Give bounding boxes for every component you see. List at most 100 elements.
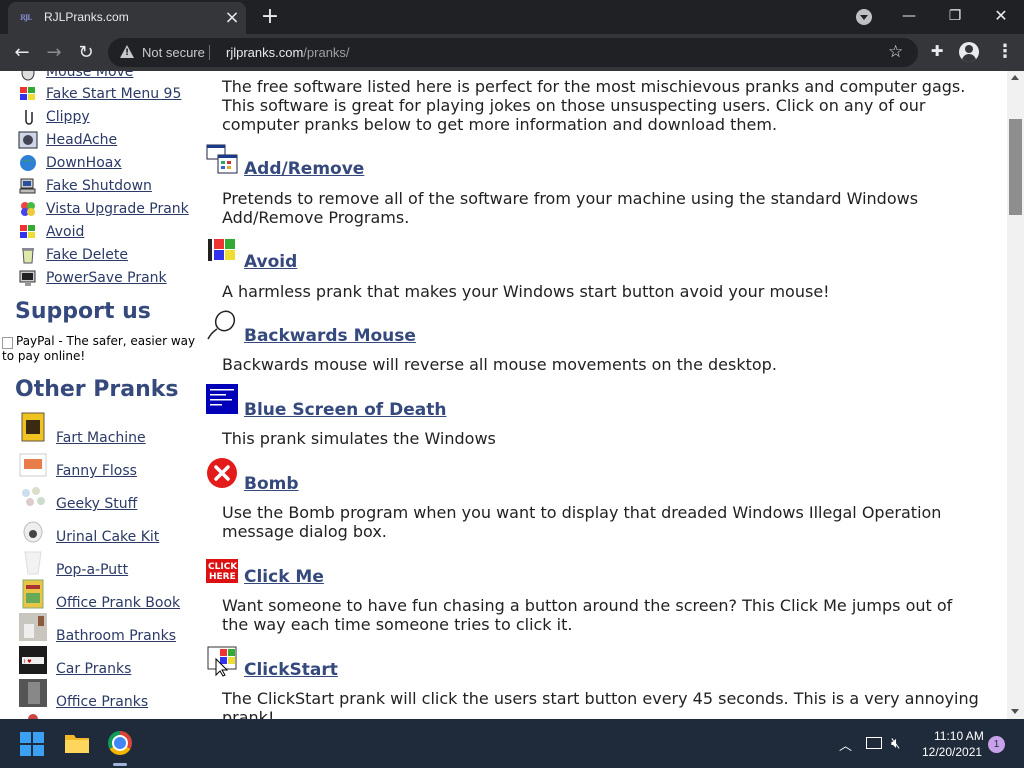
paypal-alt-text: PayPal - The safer, easier way to pay on… <box>2 334 196 363</box>
next-thumb <box>28 714 38 719</box>
extensions-puzzle-icon[interactable]: ✚ <box>928 42 946 60</box>
mouse-icon[interactable] <box>206 309 238 341</box>
windows-taskbar: ︿ 🔇︎ 11:10 AM 12/20/2021 1 <box>0 719 1024 768</box>
url-text[interactable]: rjlpranks.com/pranks/ <box>226 45 350 60</box>
monitor-icon <box>19 270 36 286</box>
tray-overflow-chevron-icon[interactable]: ︿ <box>839 735 852 754</box>
geeky-stuff-thumb[interactable] <box>18 483 48 513</box>
browser-menu-icon[interactable]: ⋮ <box>996 41 1014 63</box>
url-path: /pranks/ <box>303 45 350 60</box>
mouse-move-icon <box>21 71 35 81</box>
warning-icon[interactable]: ! <box>120 45 134 58</box>
active-app-indicator <box>113 763 127 766</box>
browser-toolbar: ← → ↻ ! Not secure rjlpranks.com/pranks/… <box>0 34 1024 71</box>
prank-title-blue-screen-of-death[interactable]: Blue Screen of Death <box>244 400 446 420</box>
bathroom-thumb[interactable] <box>18 612 48 642</box>
intro-paragraph: The free software listed here is perfect… <box>222 77 966 134</box>
volume-muted-icon[interactable]: 🔇︎ <box>891 734 900 752</box>
paypal-button[interactable]: PayPal - The safer, easier way to pay on… <box>2 334 202 364</box>
bookmark-star-icon[interactable]: ☆ <box>888 42 903 62</box>
car-thumb[interactable]: I ♥ <box>18 645 48 675</box>
prank-title-add-remove[interactable]: Add/Remove <box>244 159 364 179</box>
file-explorer-icon[interactable] <box>64 732 90 754</box>
blue-screen-icon[interactable] <box>206 383 238 415</box>
omnibox-divider <box>209 45 210 60</box>
page-scrollbar[interactable] <box>1007 71 1024 719</box>
error-x-icon[interactable] <box>206 457 238 489</box>
other-link-geeky-stuff[interactable]: Geeky Stuff <box>56 496 137 512</box>
new-tab-button[interactable]: + <box>258 6 282 28</box>
urinal-cake-thumb[interactable] <box>18 516 48 546</box>
prank-title-backwards-mouse[interactable]: Backwards Mouse <box>244 326 416 346</box>
maximize-button[interactable]: ❐ <box>932 4 978 28</box>
reload-icon[interactable]: ↻ <box>73 40 99 66</box>
sidebar-link-fake-delete[interactable]: Fake Delete <box>46 247 128 263</box>
tab-close-icon[interactable]: × <box>222 8 242 28</box>
fart-machine-thumb[interactable] <box>18 412 48 442</box>
back-arrow-icon[interactable]: ← <box>9 40 35 66</box>
tab-title: RJLPranks.com <box>44 10 129 24</box>
sidebar-link-headache[interactable]: HeadAche <box>46 132 117 148</box>
url-host: rjlpranks.com <box>226 45 304 60</box>
scrollbar-thumb[interactable] <box>1009 119 1022 215</box>
clock-time[interactable]: 11:10 AM <box>934 729 984 743</box>
browser-tab[interactable]: RJL RJLPranks.com × <box>8 2 246 34</box>
clock-date[interactable]: 12/20/2021 <box>922 745 982 759</box>
sidebar-link-clippy[interactable]: Clippy <box>46 109 90 125</box>
notification-badge[interactable]: 1 <box>988 736 1005 753</box>
tab-strip: RJL RJLPranks.com × + — ❐ ✕ <box>0 0 1024 34</box>
sidebar-link-powersave-prank[interactable]: PowerSave Prank <box>46 270 167 286</box>
prank-desc-add-remove: Pretends to remove all of the software f… <box>222 189 919 227</box>
sidebar-link-mouse-move[interactable]: Mouse Move <box>46 71 133 80</box>
recycle-bin-icon <box>22 248 34 264</box>
site-favicon-icon: RJL <box>20 13 32 22</box>
prank-desc-avoid: A harmless prank that makes your Windows… <box>222 282 830 301</box>
other-link-pop-a-putt[interactable]: Pop-a-Putt <box>56 562 128 578</box>
sidebar-link-avoid[interactable]: Avoid <box>46 224 84 240</box>
scroll-down-arrow-icon[interactable] <box>1011 709 1019 714</box>
prank-title-clickstart[interactable]: ClickStart <box>244 660 338 680</box>
click-start-icon[interactable] <box>206 645 238 677</box>
prank-title-click-me[interactable]: Click Me <box>244 567 324 587</box>
pop-a-putt-thumb[interactable] <box>18 549 48 579</box>
click-here-icon[interactable]: CLICKHERE <box>206 555 238 587</box>
sidebar-link-downhoax[interactable]: DownHoax <box>46 155 122 171</box>
prank-title-avoid[interactable]: Avoid <box>244 252 297 272</box>
office-thumb[interactable] <box>18 678 48 708</box>
sidebar-link-fake-shutdown[interactable]: Fake Shutdown <box>46 178 152 194</box>
svg-text:I ♥: I ♥ <box>24 659 32 665</box>
prank-desc-clickstart: The ClickStart prank will click the user… <box>222 689 979 719</box>
other-link-office-prank-book[interactable]: Office Prank Book <box>56 595 180 611</box>
chrome-taskbar-icon[interactable] <box>108 731 132 755</box>
other-link-urinal-cake-kit[interactable]: Urinal Cake Kit <box>56 529 159 545</box>
windows-flag-icon[interactable] <box>206 235 238 267</box>
scroll-up-arrow-icon[interactable] <box>1011 75 1019 80</box>
other-link-car-pranks[interactable]: Car Pranks <box>56 661 131 677</box>
prank-desc-backwards-mouse: Backwards mouse will reverse all mouse m… <box>222 355 777 374</box>
page-viewport: Mouse Move Fake Start Menu 95 Clippy Hea… <box>0 71 1007 719</box>
profile-avatar-icon[interactable] <box>959 42 979 62</box>
fanny-floss-thumb[interactable] <box>18 450 48 480</box>
forward-arrow-icon[interactable]: → <box>41 40 67 66</box>
svg-text:CLICK: CLICK <box>208 562 238 572</box>
windows-flag-icon <box>20 87 35 100</box>
prank-desc-blue-screen-of-death: This prank simulates the Windows <box>222 429 496 448</box>
network-monitor-icon[interactable] <box>866 737 882 749</box>
other-link-bathroom-pranks[interactable]: Bathroom Pranks <box>56 628 176 644</box>
window-close-button[interactable]: ✕ <box>978 4 1024 28</box>
prank-title-bomb[interactable]: Bomb <box>244 474 299 494</box>
tab-search-icon[interactable] <box>856 9 872 25</box>
other-link-fart-machine[interactable]: Fart Machine <box>56 430 146 446</box>
address-bar[interactable]: ! Not secure rjlpranks.com/pranks/ ☆ <box>108 38 918 67</box>
sidebar-link-vista-upgrade-prank[interactable]: Vista Upgrade Prank <box>46 201 189 217</box>
prank-desc-click-me: Want someone to have fun chasing a butto… <box>222 596 953 634</box>
office-book-thumb[interactable] <box>18 579 48 609</box>
windows-start-icon[interactable] <box>20 732 44 756</box>
minimize-button[interactable]: — <box>886 4 932 28</box>
other-link-office-pranks[interactable]: Office Pranks <box>56 694 148 710</box>
not-secure-label[interactable]: Not secure <box>142 45 205 60</box>
sidebar-link-fake-start-menu-95[interactable]: Fake Start Menu 95 <box>46 86 181 102</box>
other-link-fanny-floss[interactable]: Fanny Floss <box>56 463 137 479</box>
add-remove-icon[interactable] <box>206 143 238 175</box>
computer-icon <box>19 178 36 194</box>
